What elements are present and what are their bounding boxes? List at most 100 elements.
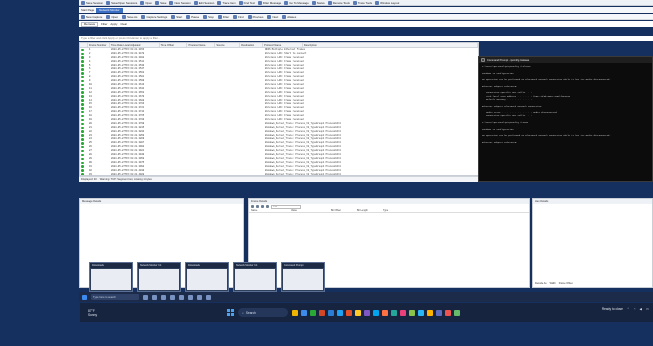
- toolbar-button[interactable]: Save: [155, 0, 166, 5]
- wifi-icon[interactable]: ◔: [634, 307, 636, 311]
- remote-app-icon[interactable]: [143, 294, 148, 300]
- app-icon[interactable]: [355, 309, 362, 316]
- toolbar-button[interactable]: Find Text: [238, 0, 255, 5]
- app-icon[interactable]: [310, 309, 317, 316]
- details-column-header[interactable]: Bit Offset: [329, 209, 355, 212]
- app-icon[interactable]: [445, 309, 452, 316]
- column-header[interactable]: Destination: [240, 43, 264, 47]
- app-icon[interactable]: [436, 309, 443, 316]
- forward-icon[interactable]: [256, 205, 259, 208]
- tab-network-monitor[interactable]: Network Monitor: [96, 7, 123, 13]
- collapse-icon[interactable]: [266, 205, 269, 208]
- capture-button[interactable]: Previous: [247, 14, 263, 19]
- capture-button[interactable]: Start: [171, 14, 182, 19]
- weather-widget[interactable]: 87°F Sunny: [88, 309, 97, 317]
- app-icon[interactable]: [427, 309, 434, 316]
- app-icon[interactable]: [391, 309, 398, 316]
- remote-app-icon[interactable]: [179, 294, 184, 300]
- column-header[interactable]: Frame Number: [88, 43, 110, 47]
- toolbar-button[interactable]: Save Session: [81, 0, 103, 5]
- capture-button[interactable]: Stop: [203, 14, 214, 19]
- command-prompt-window[interactable]: Command Prompt - ipconfig /release C:\Us…: [478, 56, 653, 182]
- capture-button[interactable]: Aliases: [282, 14, 296, 19]
- column-header[interactable]: Protocol Name: [263, 43, 303, 47]
- app-icon[interactable]: [292, 309, 299, 316]
- toolbar-button[interactable]: Edit Session: [193, 0, 214, 5]
- column-header[interactable]: Source: [215, 43, 241, 47]
- app-icon[interactable]: [301, 309, 308, 316]
- toolbar-button[interactable]: Window Layout: [375, 0, 399, 5]
- remote-search-box[interactable]: Type here to search: [91, 294, 139, 300]
- remote-app-icon[interactable]: [206, 294, 211, 300]
- remote-app-icon[interactable]: [152, 294, 157, 300]
- app-icon[interactable]: [337, 309, 344, 316]
- app-icon[interactable]: [400, 309, 407, 316]
- remote-app-icon[interactable]: [188, 294, 193, 300]
- toolbar-button[interactable]: Trace Item: [217, 0, 236, 5]
- notification-icon[interactable]: ▭: [646, 307, 649, 311]
- start-icon[interactable]: [82, 294, 87, 300]
- windows-start-icon[interactable]: [227, 309, 235, 316]
- remote-app-icon[interactable]: [170, 294, 175, 300]
- window-thumbnail[interactable]: Downloads: [89, 262, 133, 292]
- details-column-header[interactable]: Type: [381, 209, 401, 212]
- capture-icon: [141, 14, 146, 19]
- toolbar-button[interactable]: Remote Tools: [327, 0, 350, 5]
- capture-button[interactable]: Capture Settings: [141, 14, 167, 19]
- hex-tab[interactable]: Width: [550, 282, 556, 285]
- window-thumbnail[interactable]: Command Prompt: [281, 262, 325, 292]
- capture-button[interactable]: Open: [106, 14, 118, 19]
- column-header[interactable]: Description: [303, 43, 478, 47]
- taskbar-search[interactable]: ⌕ Search: [238, 308, 289, 317]
- capture-button[interactable]: New Capture: [81, 14, 102, 19]
- chevron-up-icon[interactable]: ⌃: [627, 307, 630, 311]
- toolbar-button[interactable]: Trace Tools: [352, 0, 372, 5]
- filter-action-button[interactable]: Clear: [120, 22, 127, 26]
- toolbar-button[interactable]: Filter Message: [257, 0, 281, 5]
- tab-start-page[interactable]: Start Page: [81, 8, 94, 12]
- app-icon[interactable]: [409, 309, 416, 316]
- expand-icon[interactable]: [261, 205, 264, 208]
- app-icon[interactable]: [346, 309, 353, 316]
- window-thumbnail[interactable]: Downloads: [185, 262, 229, 292]
- capture-button[interactable]: Save As: [122, 14, 137, 19]
- app-icon[interactable]: [382, 309, 389, 316]
- app-icon[interactable]: [319, 309, 326, 316]
- details-column-header[interactable]: Bit Length: [355, 209, 381, 212]
- window-thumbnail[interactable]: Network Monitor 3.4: [137, 262, 181, 292]
- column-header[interactable]: Time Offset: [160, 43, 188, 47]
- app-icon[interactable]: [364, 309, 371, 316]
- hex-tab[interactable]: Frame Offset: [559, 282, 573, 285]
- toolbar-icon: [375, 0, 380, 5]
- app-icon[interactable]: [418, 309, 425, 316]
- details-column-header[interactable]: Value: [289, 209, 329, 212]
- app-icon[interactable]: [454, 309, 461, 316]
- filter-input[interactable]: Type a filter and click Apply or press C…: [79, 36, 653, 41]
- capture-button[interactable]: Pause: [186, 14, 199, 19]
- capture-button[interactable]: Filter: [217, 14, 229, 19]
- volume-icon[interactable]: ◀: [640, 307, 642, 311]
- window-thumbnail[interactable]: Network Monitor 3.4: [233, 262, 277, 292]
- toolbar-button[interactable]: Status: [311, 0, 325, 5]
- back-icon[interactable]: [251, 205, 254, 208]
- filter-action-button[interactable]: Filter: [101, 22, 107, 26]
- filter-action-button[interactable]: Apply: [110, 22, 117, 26]
- find-input[interactable]: Find: [271, 204, 301, 209]
- remote-app-icon[interactable]: [161, 294, 166, 300]
- app-icon[interactable]: [328, 309, 335, 316]
- column-header[interactable]: Process Name: [187, 43, 216, 47]
- remote-app-icon[interactable]: [197, 294, 202, 300]
- app-icon[interactable]: [373, 309, 380, 316]
- capture-button[interactable]: Find: [233, 14, 244, 19]
- cmd-body[interactable]: C:\Users\personalip>ipconfig /release Win…: [479, 63, 652, 146]
- hex-tab[interactable]: Decode As: [535, 282, 547, 285]
- toolbar-button[interactable]: New Session: [169, 0, 191, 5]
- toolbar-button[interactable]: Open: [140, 0, 152, 5]
- column-header[interactable]: Time Date Local Adjusted: [110, 43, 160, 47]
- details-column-header[interactable]: Name: [249, 209, 289, 212]
- capture-button[interactable]: Next: [267, 14, 278, 19]
- toolbar-button[interactable]: Go To Message: [284, 0, 309, 5]
- column-header[interactable]: [80, 43, 88, 47]
- filter-mode-select[interactable]: Remove: [81, 21, 99, 27]
- toolbar-button[interactable]: Save/Open Sessions: [106, 0, 137, 5]
